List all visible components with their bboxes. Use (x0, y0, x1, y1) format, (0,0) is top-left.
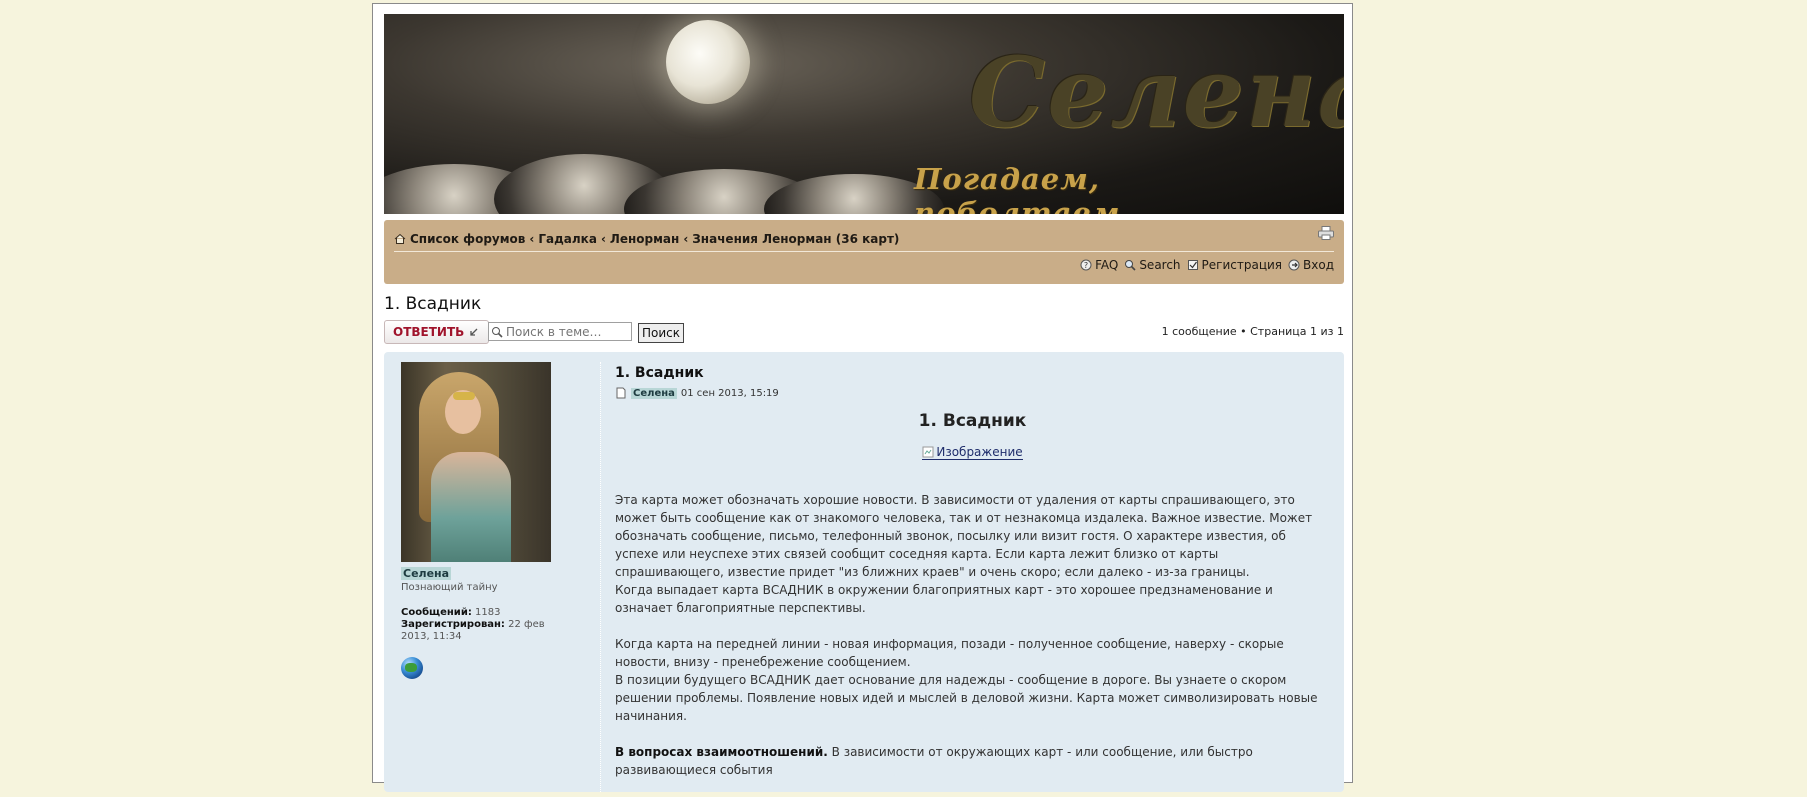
posts-count[interactable]: 1183 (475, 607, 500, 618)
page-wrapper: Селена Погадаем, поболтаем..... Список ф… (372, 3, 1353, 792)
image-alt-text: Изображение (936, 445, 1023, 459)
topic-search-field[interactable] (488, 322, 632, 341)
post-date: 01 сен 2013, 15:19 (680, 387, 779, 399)
registered-label: Зарегистрирован: (401, 619, 505, 630)
globe-icon[interactable] (401, 657, 423, 679)
reply-button[interactable]: ОТВЕТИТЬ (384, 320, 490, 344)
post-paragraph: В позиции будущего ВСАДНИК дает основани… (615, 673, 1318, 723)
post-meta: Селена 01 сен 2013, 15:19 (615, 387, 1330, 399)
magnifier-icon (492, 326, 503, 338)
topic-title[interactable]: 1. Всадник (384, 294, 481, 314)
search-button[interactable]: Поиск (638, 323, 685, 343)
avatar-headband (453, 392, 475, 400)
profile-rank: Познающий тайну (401, 582, 498, 593)
posts-count-label: Сообщений: (401, 607, 472, 618)
topic-actions: ОТВЕТИТЬ Поиск 1 сообщение • Страница 1 … (384, 320, 1344, 346)
avatar[interactable] (401, 362, 551, 562)
reply-arrow-icon (470, 328, 478, 336)
post-image[interactable]: Изображение (615, 445, 1330, 461)
profile-username[interactable]: Селена (401, 567, 452, 580)
broken-image-icon (922, 446, 934, 458)
post-paragraph: Эта карта может обозначать хорошие новос… (615, 493, 1313, 579)
pagination-info: 1 сообщение • Страница 1 из 1 (1161, 325, 1344, 338)
avatar-body (431, 452, 511, 562)
reply-label: ОТВЕТИТЬ (393, 325, 465, 339)
post-divider (600, 362, 601, 792)
post-title[interactable]: 1. Всадник (615, 365, 1330, 381)
post-author[interactable]: Селена (631, 387, 677, 399)
post-text: Эта карта может обозначать хорошие новос… (615, 491, 1330, 779)
post-paragraph: Когда выпадает карта ВСАДНИК в окружении… (615, 583, 1273, 615)
post: Селена Познающий тайну Сообщений: 1183 З… (384, 352, 1344, 792)
post-paragraph: Когда карта на передней линии - новая ин… (615, 637, 1284, 669)
post-paragraph-heading: В вопросах взаимоотношений. (615, 745, 828, 759)
profile-stats: Сообщений: 1183 Зарегистрирован: 22 фев … (401, 607, 571, 643)
post-body: 1. Всадник Селена 01 сен 2013, 15:19 1. … (615, 365, 1330, 797)
content-title: 1. Всадник (918, 411, 1027, 431)
post-profile: Селена Познающий тайну Сообщений: 1183 З… (401, 362, 571, 679)
topic-search-input[interactable] (506, 324, 626, 339)
post-icon[interactable] (615, 387, 627, 399)
